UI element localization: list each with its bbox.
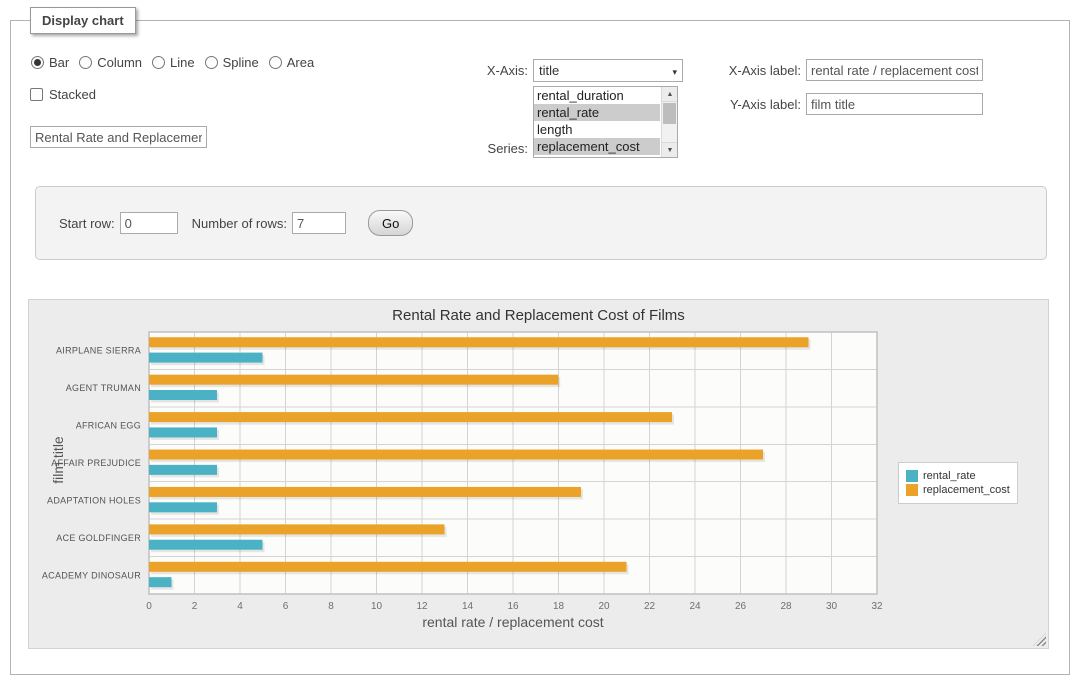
- legend-label: replacement_cost: [923, 484, 1010, 496]
- scroll-up-icon[interactable]: ▲: [662, 87, 678, 102]
- series-option-rental-duration[interactable]: rental_duration: [534, 87, 660, 104]
- spline-radio-label[interactable]: Spline: [223, 55, 259, 70]
- radio-option-area[interactable]: Area: [269, 55, 314, 70]
- chart-panel: Rental Rate and Replacement Cost of Film…: [28, 299, 1049, 649]
- row-range-panel: Start row: Number of rows: Go: [35, 186, 1047, 260]
- area-radio[interactable]: [269, 56, 282, 69]
- svg-text:AIRPLANE SIERRA: AIRPLANE SIERRA: [56, 346, 141, 356]
- stacked-checkbox[interactable]: [30, 88, 43, 101]
- line-radio-label[interactable]: Line: [170, 55, 195, 70]
- stacked-label[interactable]: Stacked: [49, 87, 96, 102]
- num-rows-label: Number of rows:: [192, 216, 287, 231]
- start-row-input[interactable]: [120, 212, 178, 234]
- stacked-option[interactable]: Stacked: [30, 87, 96, 102]
- svg-text:4: 4: [237, 601, 243, 612]
- legend-item-replacement-cost: replacement_cost: [906, 484, 1010, 496]
- start-row-label: Start row:: [59, 216, 115, 231]
- scroll-down-icon[interactable]: ▼: [662, 142, 678, 157]
- y-axis-label-input[interactable]: [806, 93, 983, 115]
- chart-x-axis-label: rental rate / replacement cost: [149, 614, 877, 630]
- series-select-label: Series:: [441, 141, 528, 156]
- y-axis-label-label: Y-Axis label:: [711, 97, 801, 112]
- svg-text:10: 10: [371, 601, 383, 612]
- svg-text:0: 0: [146, 601, 152, 612]
- chart-y-axis-label: film title: [50, 405, 66, 515]
- chart-title-input[interactable]: [30, 126, 207, 148]
- x-axis-select[interactable]: title ▾: [533, 59, 683, 82]
- svg-text:32: 32: [871, 601, 883, 612]
- x-axis-select-label: X-Axis:: [441, 63, 528, 78]
- svg-text:8: 8: [328, 601, 334, 612]
- svg-text:12: 12: [416, 601, 428, 612]
- svg-text:6: 6: [283, 601, 289, 612]
- radio-option-line[interactable]: Line: [152, 55, 195, 70]
- spline-radio[interactable]: [205, 56, 218, 69]
- bar-radio[interactable]: [31, 56, 44, 69]
- svg-text:ACE GOLDFINGER: ACE GOLDFINGER: [56, 533, 141, 543]
- go-button[interactable]: Go: [368, 210, 413, 236]
- svg-text:26: 26: [735, 601, 747, 612]
- svg-text:ACADEMY DINOSAUR: ACADEMY DINOSAUR: [42, 570, 141, 580]
- listbox-scrollbar[interactable]: ▲ ▼: [661, 87, 677, 157]
- radio-option-bar[interactable]: Bar: [31, 55, 69, 70]
- select-dropdown-arrow-icon: ▾: [672, 67, 677, 78]
- replacement-cost-swatch-icon: [906, 484, 918, 496]
- svg-text:22: 22: [644, 601, 656, 612]
- chart-type-radio-group: Bar Column Line Spline Area: [31, 55, 324, 70]
- svg-text:AGENT TRUMAN: AGENT TRUMAN: [66, 383, 141, 393]
- svg-text:24: 24: [689, 601, 701, 612]
- column-radio[interactable]: [79, 56, 92, 69]
- rental-rate-swatch-icon: [906, 470, 918, 482]
- series-option-rental-rate[interactable]: rental_rate: [534, 104, 660, 121]
- legend-item-rental-rate: rental_rate: [906, 470, 1010, 482]
- page: Display chart Bar Column Line Spline Are…: [0, 0, 1081, 681]
- area-radio-label[interactable]: Area: [287, 55, 314, 70]
- series-option-length[interactable]: length: [534, 121, 660, 138]
- x-axis-selected-value: title: [539, 63, 559, 78]
- svg-text:16: 16: [507, 601, 519, 612]
- svg-text:14: 14: [462, 601, 474, 612]
- series-multiselect[interactable]: rental_duration rental_rate length repla…: [533, 86, 678, 158]
- svg-text:18: 18: [553, 601, 565, 612]
- legend-label: rental_rate: [923, 470, 976, 482]
- column-radio-label[interactable]: Column: [97, 55, 142, 70]
- series-option-replacement-cost[interactable]: replacement_cost: [534, 138, 660, 155]
- chart-legend: rental_rate replacement_cost: [898, 462, 1018, 504]
- fieldset-legend: Display chart: [30, 7, 136, 34]
- num-rows-input[interactable]: [292, 212, 346, 234]
- svg-text:30: 30: [826, 601, 838, 612]
- svg-text:AFRICAN EGG: AFRICAN EGG: [76, 421, 141, 431]
- svg-text:2: 2: [192, 601, 198, 612]
- svg-text:28: 28: [780, 601, 792, 612]
- radio-option-spline[interactable]: Spline: [205, 55, 259, 70]
- bar-radio-label[interactable]: Bar: [49, 55, 69, 70]
- line-radio[interactable]: [152, 56, 165, 69]
- display-chart-fieldset: Display chart Bar Column Line Spline Are…: [10, 20, 1070, 675]
- x-axis-label-label: X-Axis label:: [711, 63, 801, 78]
- bar-chart: 02468101214161820222426283032AIRPLANE SI…: [29, 300, 1050, 650]
- scrollbar-thumb[interactable]: [663, 103, 676, 124]
- radio-option-column[interactable]: Column: [79, 55, 142, 70]
- svg-text:20: 20: [598, 601, 610, 612]
- x-axis-label-input[interactable]: [806, 59, 983, 81]
